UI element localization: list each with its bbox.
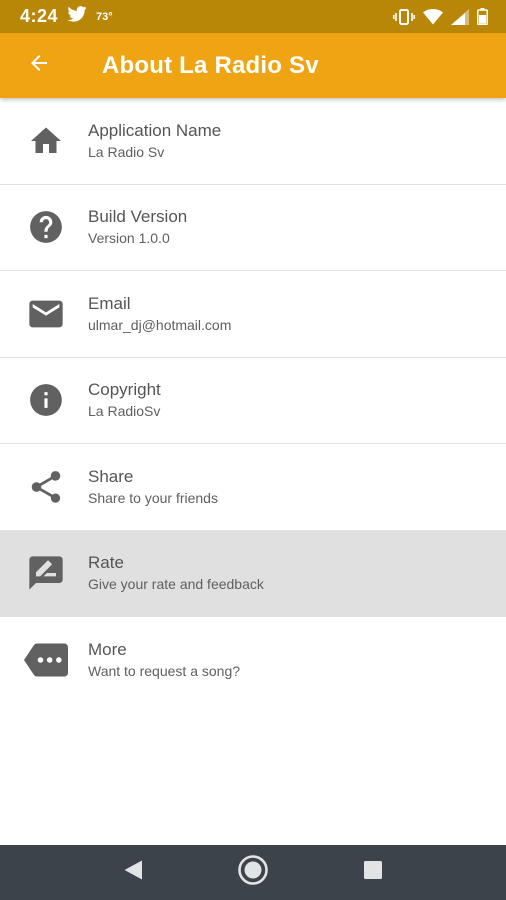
item-subtitle: Want to request a song? [88, 663, 241, 680]
vibrate-icon [393, 8, 415, 25]
app-bar: About La Radio Sv [0, 33, 506, 98]
help-icon [0, 184, 88, 270]
temperature-text: 73° [96, 10, 113, 23]
item-subtitle: Share to your friends [88, 489, 218, 506]
nav-back-button[interactable] [73, 845, 193, 900]
item-subtitle: Version 1.0.0 [88, 230, 170, 247]
list-item-rate[interactable]: Rate Give your rate and feedback [0, 530, 506, 617]
item-title: Rate [88, 553, 124, 573]
nav-recents-button[interactable] [313, 845, 433, 900]
item-subtitle: Give your rate and feedback [88, 576, 264, 593]
item-title: More [88, 640, 127, 660]
about-list: Application Name La Radio Sv Build Versi… [0, 98, 506, 704]
nav-home-button[interactable] [193, 845, 313, 900]
status-bar: 4:24 73° [0, 0, 506, 33]
home-circle-icon [237, 854, 269, 891]
list-item-application-name[interactable]: Application Name La Radio Sv [0, 98, 506, 185]
twitter-icon [67, 6, 87, 27]
navigation-bar [0, 845, 506, 900]
mail-icon [0, 271, 88, 357]
battery-icon [477, 8, 488, 25]
item-title: Share [88, 466, 134, 486]
item-subtitle: La Radio Sv [88, 143, 165, 160]
wifi-icon [423, 8, 443, 25]
page-title: About La Radio Sv [102, 51, 319, 79]
list-item-build-version[interactable]: Build Version Version 1.0.0 [0, 184, 506, 271]
list-item-email[interactable]: Email ulmar_dj@hotmail.com [0, 271, 506, 358]
recents-square-icon [363, 860, 383, 885]
item-title: Application Name [88, 120, 222, 140]
rate-review-icon [0, 530, 88, 616]
status-time: 4:24 [20, 6, 59, 26]
item-title: Copyright [88, 380, 161, 400]
item-subtitle: ulmar_dj@hotmail.com [88, 316, 232, 333]
item-subtitle: La RadioSv [88, 403, 161, 420]
share-icon [0, 444, 88, 530]
list-item-copyright[interactable]: Copyright La RadioSv [0, 357, 506, 444]
more-icon [0, 617, 88, 703]
back-button[interactable] [0, 33, 80, 98]
back-triangle-icon [122, 859, 144, 886]
signal-icon [451, 8, 469, 25]
list-item-share[interactable]: Share Share to your friends [0, 444, 506, 531]
arrow-back-icon [27, 51, 51, 80]
info-icon [0, 357, 88, 443]
item-title: Email [88, 293, 131, 313]
home-icon [0, 98, 88, 184]
list-item-more[interactable]: More Want to request a song? [0, 617, 506, 704]
item-title: Build Version [88, 207, 188, 227]
